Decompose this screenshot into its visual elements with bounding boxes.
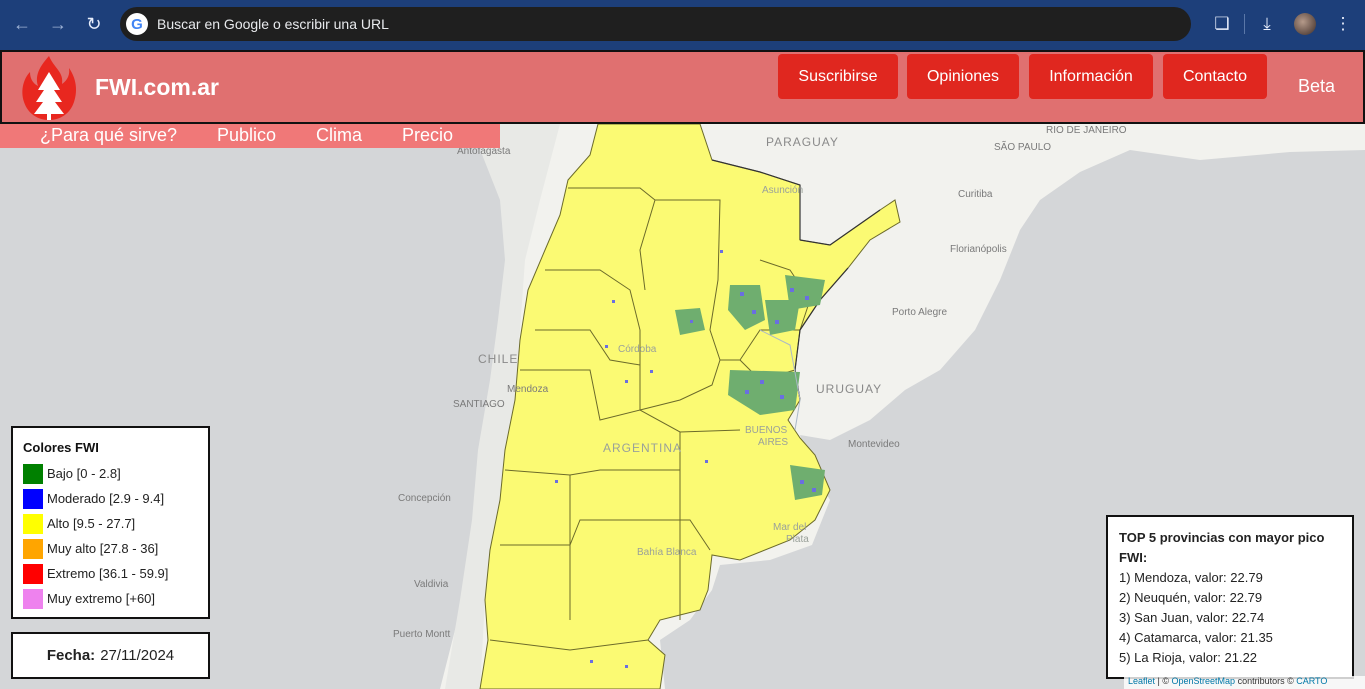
label-bahiablanca: Bahía Blanca xyxy=(637,547,697,558)
nav-publico[interactable]: Publico xyxy=(217,125,276,146)
legend-label: Muy alto [27.8 - 36] xyxy=(47,541,159,556)
legend-item: Bajo [0 - 2.8] xyxy=(23,461,198,486)
legend-label: Bajo [0 - 2.8] xyxy=(47,466,121,481)
list-item: 1) Mendoza, valor: 22.79 xyxy=(1119,570,1263,585)
date-value: 27/11/2024 xyxy=(100,647,175,664)
sub-navigation: ¿Para qué sirve? Publico Clima Precio xyxy=(0,124,500,148)
legend-swatch-alto xyxy=(23,513,43,534)
beta-label: Beta xyxy=(1298,76,1336,96)
attr-mid: contributors © xyxy=(1235,676,1297,686)
extensions-icon[interactable]: ❏ xyxy=(1206,7,1238,41)
label-chile: CHILE xyxy=(478,352,519,366)
list-item: 5) La Rioja, valor: 21.22 xyxy=(1119,650,1258,665)
label-buenosaires-1: BUENOS xyxy=(745,425,788,436)
omnibox-text: Buscar en Google o escribir una URL xyxy=(157,16,389,32)
map-attribution: Leaflet | © OpenStreetMap contributors ©… xyxy=(1124,676,1365,689)
forward-icon[interactable]: → xyxy=(40,6,76,42)
nav-para-que-sirve[interactable]: ¿Para qué sirve? xyxy=(40,125,177,146)
label-concepcion: Concepción xyxy=(398,493,451,504)
carto-link[interactable]: CARTO xyxy=(1296,676,1327,686)
label-argentina: ARGENTINA xyxy=(603,441,683,455)
label-montevideo: Montevideo xyxy=(848,439,900,450)
toolbar-separator xyxy=(1244,14,1245,34)
site-header: FWI.com.ar Suscribirse Opiniones Informa… xyxy=(0,50,1365,124)
legend-item: Alto [9.5 - 27.7] xyxy=(23,511,198,536)
osm-link[interactable]: OpenStreetMap xyxy=(1172,676,1236,686)
nav-precio[interactable]: Precio xyxy=(402,125,453,146)
label-buenosaires-2: AIRES xyxy=(758,437,789,448)
date-label: Fecha: xyxy=(46,647,96,664)
opiniones-button[interactable]: Opiniones xyxy=(907,54,1019,99)
label-paraguay: PARAGUAY xyxy=(766,135,839,149)
legend-label: Moderado [2.9 - 9.4] xyxy=(47,491,165,506)
label-asuncion: Asunción xyxy=(762,185,804,196)
label-uruguay: URUGUAY xyxy=(816,382,883,396)
legend-item: Muy extremo [+60] xyxy=(23,586,198,611)
profile-avatar[interactable] xyxy=(1289,7,1321,41)
toolbar-actions: ❏ ⤓ ⋮ xyxy=(1206,7,1359,41)
download-icon[interactable]: ⤓ xyxy=(1251,7,1283,41)
label-rio: RIO DE JANEIRO xyxy=(1046,125,1127,136)
label-santiago: SANTIAGO xyxy=(453,399,505,410)
leaflet-link[interactable]: Leaflet xyxy=(1128,676,1155,686)
site-title[interactable]: FWI.com.ar xyxy=(95,74,219,101)
reload-icon[interactable]: ↻ xyxy=(76,6,112,42)
legend-swatch-moderado xyxy=(23,488,43,509)
list-item: 3) San Juan, valor: 22.74 xyxy=(1119,610,1265,625)
list-item: 4) Catamarca, valor: 21.35 xyxy=(1119,630,1273,645)
label-mendoza: Mendoza xyxy=(507,384,549,395)
label-portoalegre: Porto Alegre xyxy=(892,307,948,318)
suscribirse-button[interactable]: Suscribirse xyxy=(778,54,898,99)
legend-item: Muy alto [27.8 - 36] xyxy=(23,536,198,561)
legend-swatch-muy-extremo xyxy=(23,588,43,609)
attr-sep: | © xyxy=(1155,676,1172,686)
legend-label: Extremo [36.1 - 59.9] xyxy=(47,566,169,581)
avatar xyxy=(1294,13,1316,35)
top5-title: TOP 5 provincias con mayor pico FWI: xyxy=(1119,530,1325,565)
legend-swatch-extremo xyxy=(23,563,43,584)
fwi-legend: Colores FWI Bajo [0 - 2.8] Moderado [2.9… xyxy=(11,426,210,619)
legend-swatch-bajo xyxy=(23,463,43,484)
label-florianopolis: Florianópolis xyxy=(950,244,1007,255)
informacion-button[interactable]: Información xyxy=(1029,54,1153,99)
menu-icon[interactable]: ⋮ xyxy=(1327,7,1359,41)
label-curitiba: Curitiba xyxy=(958,189,993,200)
legend-title: Colores FWI xyxy=(23,440,99,455)
legend-label: Muy extremo [+60] xyxy=(47,591,156,606)
label-valdivia: Valdivia xyxy=(414,579,449,590)
label-puertomontt: Puerto Montt xyxy=(393,629,451,640)
legend-swatch-muy-alto xyxy=(23,538,43,559)
legend-item: Moderado [2.9 - 9.4] xyxy=(23,486,198,511)
label-mardelplata-2: Plata xyxy=(786,534,809,545)
list-item: 2) Neuquén, valor: 22.79 xyxy=(1119,590,1263,605)
label-mardelplata-1: Mar del xyxy=(773,522,807,533)
flame-tree-logo-icon xyxy=(22,56,77,120)
top5-provinces-panel: TOP 5 provincias con mayor pico FWI: 1) … xyxy=(1106,515,1354,679)
legend-item: Extremo [36.1 - 59.9] xyxy=(23,561,198,586)
date-box: Fecha: 27/11/2024 xyxy=(11,632,210,679)
browser-toolbar: ← → ↻ G Buscar en Google o escribir una … xyxy=(0,0,1365,50)
contacto-button[interactable]: Contacto xyxy=(1163,54,1267,99)
back-icon[interactable]: ← xyxy=(4,6,40,42)
nav-clima[interactable]: Clima xyxy=(316,125,362,146)
label-cordoba: Córdoba xyxy=(618,344,657,355)
legend-label: Alto [9.5 - 27.7] xyxy=(47,516,136,531)
omnibox[interactable]: G Buscar en Google o escribir una URL xyxy=(120,7,1191,41)
google-icon: G xyxy=(126,13,148,35)
label-saopaulo: SÃO PAULO xyxy=(994,142,1052,153)
